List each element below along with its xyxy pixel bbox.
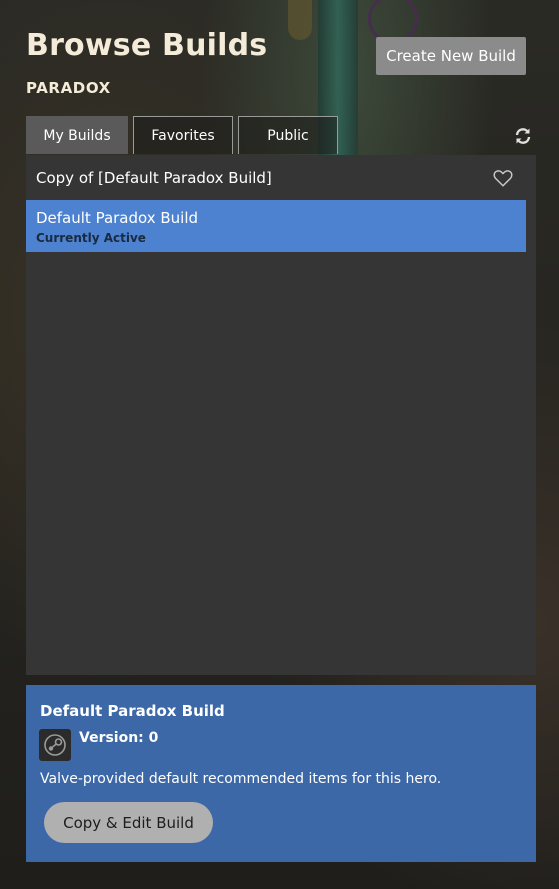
list-item-selected[interactable]: Default Paradox Build Currently Active [26,200,526,252]
page-title: Browse Builds [26,28,268,63]
copy-edit-build-button[interactable]: Copy & Edit Build [44,802,213,843]
build-name: Copy of [Default Paradox Build] [36,168,272,187]
builds-list: Copy of [Default Paradox Build] Default … [26,155,536,675]
create-new-build-button[interactable]: Create New Build [376,37,526,75]
tab-my-builds[interactable]: My Builds [26,116,128,154]
build-name: Default Paradox Build [36,209,199,227]
build-tabs: My Builds Favorites Public [26,116,343,155]
tab-favorites[interactable]: Favorites [133,116,233,154]
background-art [288,0,312,40]
details-title: Default Paradox Build [40,702,225,720]
steam-icon [39,729,71,761]
build-details-panel: Default Paradox Build Version: 0 Valve-p… [26,685,536,862]
status-label: Currently Active [36,231,146,245]
tab-public[interactable]: Public [238,116,338,154]
version-label: Version: 0 [79,730,159,746]
build-description: Valve-provided default recommended items… [40,771,442,787]
list-item[interactable]: Copy of [Default Paradox Build] [26,155,526,200]
hero-name: PARADOX [26,79,111,97]
refresh-icon[interactable] [513,126,533,146]
heart-outline-icon[interactable] [492,167,514,189]
